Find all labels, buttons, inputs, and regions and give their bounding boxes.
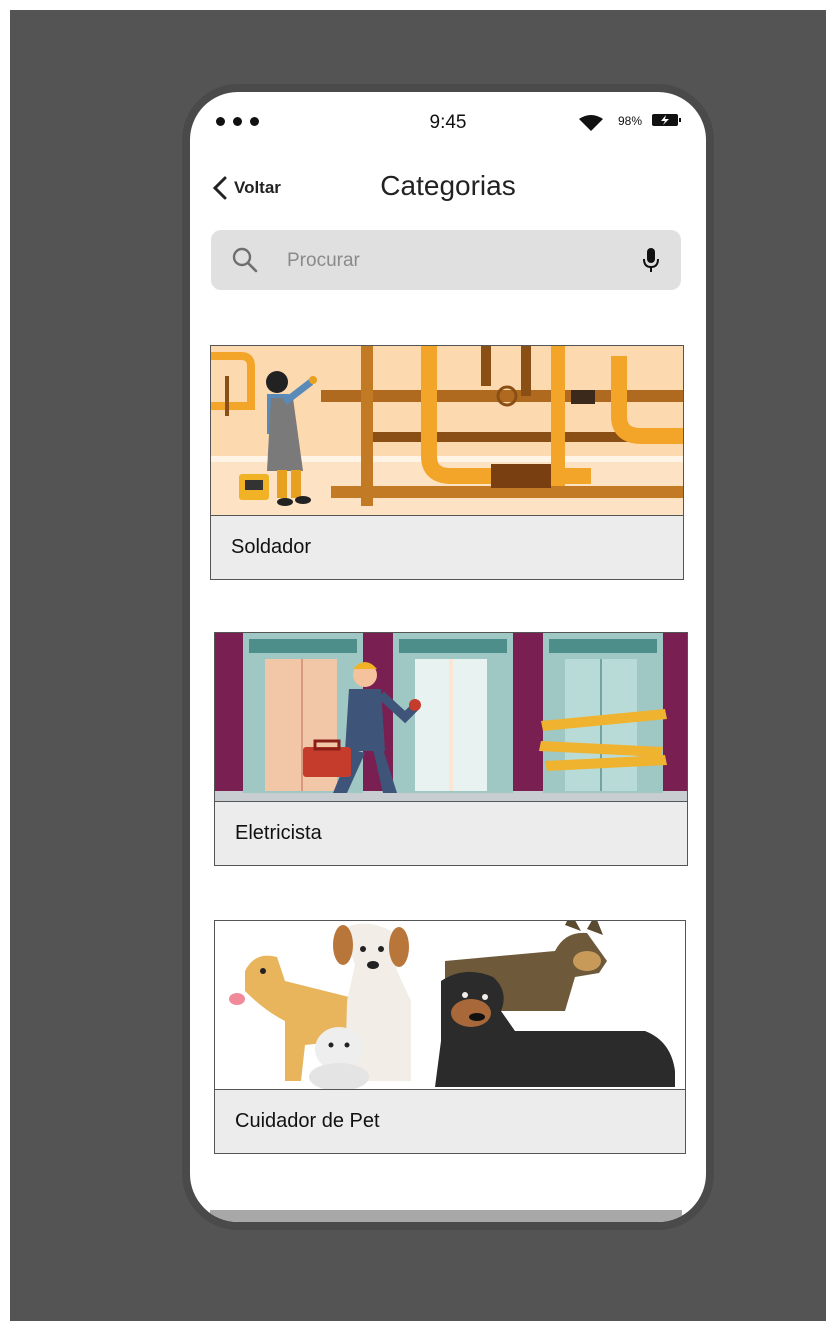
microphone-icon[interactable]	[641, 246, 661, 274]
search-bar	[211, 230, 681, 290]
category-card-soldador[interactable]: Soldador	[210, 345, 684, 580]
next-card-peek	[210, 1210, 682, 1222]
category-card-eletricista[interactable]: Eletricista	[214, 632, 688, 866]
search-icon	[232, 247, 258, 273]
battery-charging-icon	[652, 114, 681, 126]
welder-illustration	[211, 346, 683, 516]
status-bar: 9:45 98%	[190, 92, 706, 152]
battery-percent: 98%	[618, 114, 643, 128]
category-card-label: Cuidador de Pet	[215, 1089, 685, 1153]
navigation-bar: Voltar Categorias	[190, 164, 706, 212]
phone-frame: 9:45 98% Voltar Categorias Procurar Sold…	[182, 84, 714, 1230]
dogs-illustration	[215, 921, 685, 1091]
category-card-cuidador-de-pet[interactable]: Cuidador de Pet	[214, 920, 686, 1154]
page-title: Categorias	[380, 170, 516, 201]
wifi-icon	[579, 115, 603, 131]
search-input[interactable]	[285, 247, 629, 275]
category-card-label: Soldador	[211, 515, 683, 579]
category-card-label: Eletricista	[215, 801, 687, 865]
technician-illustration	[215, 633, 687, 803]
